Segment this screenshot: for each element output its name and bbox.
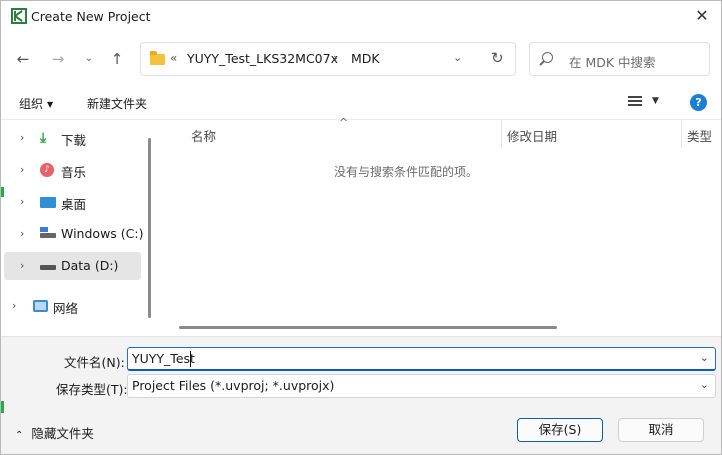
filename-label: 文件名(N):: [64, 355, 125, 370]
column-header-type[interactable]: 类型: [687, 126, 712, 145]
empty-message: 没有与搜索条件匹配的项。: [333, 165, 478, 179]
tree-item-network[interactable]: › 网络: [4, 292, 141, 320]
tree-item-label: 网络: [53, 301, 79, 316]
save-dialog-window: Create New Project ✕ ← → ⌄ ↑ « YUYY_Test…: [0, 0, 722, 455]
arrow-left-icon: ←: [16, 50, 30, 68]
organize-label: 组织: [19, 97, 44, 111]
recent-locations-button[interactable]: ⌄: [77, 49, 101, 69]
address-dropdown-icon[interactable]: ⌄: [453, 51, 462, 64]
new-folder-button[interactable]: 新建文件夹: [87, 95, 147, 112]
arrow-right-icon: →: [51, 50, 65, 68]
bottom-panel: 文件名(N): YUYY_Test ⌄ 保存类型(T): Project Fil…: [1, 336, 721, 454]
close-icon: ✕: [695, 6, 709, 25]
tree-item-label: Windows (C:): [61, 226, 144, 241]
forward-button[interactable]: →: [46, 49, 70, 69]
filetype-label: 保存类型(T):: [56, 382, 128, 397]
navigation-scrollbar[interactable]: [148, 138, 151, 318]
filetype-select[interactable]: Project Files (*.uvproj; *.uvprojx) ⌄: [127, 374, 716, 398]
column-divider[interactable]: [501, 120, 502, 148]
chevron-down-icon[interactable]: ⌄: [700, 378, 709, 391]
drive-icon: [40, 265, 56, 270]
background-edge: [1, 187, 4, 197]
chevron-right-icon[interactable]: ›: [20, 195, 24, 208]
up-button[interactable]: ↑: [105, 49, 129, 69]
navigation-toolbar: ← → ⌄ ↑ « YUYY_Test_LKS32MC07x › MDK ⌄ ↻…: [1, 32, 721, 84]
back-button[interactable]: ←: [11, 49, 35, 69]
chevron-down-icon[interactable]: ⌄: [700, 351, 709, 364]
text-caret: [190, 351, 191, 367]
address-bar[interactable]: « YUYY_Test_LKS32MC07x › MDK ⌄ ↻: [140, 42, 516, 76]
chevron-right-icon[interactable]: ›: [20, 163, 24, 176]
chevron-right-icon[interactable]: ›: [333, 51, 338, 65]
tree-item-desktop[interactable]: › 桌面: [4, 188, 141, 216]
download-icon: ⤓: [40, 130, 47, 146]
chevron-right-icon[interactable]: ›: [20, 131, 24, 144]
help-icon[interactable]: ?: [690, 94, 707, 111]
tree-item-music[interactable]: › ♪ 音乐: [4, 156, 141, 184]
desktop-icon: [40, 197, 56, 208]
tree-item-label: 音乐: [61, 165, 87, 180]
cancel-button[interactable]: 取消: [618, 418, 704, 442]
column-header-name[interactable]: 名称: [191, 126, 216, 145]
sort-ascending-icon: ^: [339, 116, 349, 129]
music-icon: ♪: [40, 163, 54, 177]
command-bar: 组织 ▼ 新建文件夹 ▼ ?: [1, 84, 721, 120]
navigation-pane: › ⤓ 下载 › ♪ 音乐 › 桌面 › Windows (C:) › Data…: [1, 120, 153, 336]
filetype-value: Project Files (*.uvproj; *.uvprojx): [132, 378, 335, 393]
refresh-icon[interactable]: ↻: [491, 49, 504, 67]
tree-item-label: 桌面: [61, 197, 87, 212]
view-dropdown-icon[interactable]: ▼: [652, 96, 659, 106]
filename-value: YUYY_Test: [132, 351, 195, 366]
background-edge: [1, 401, 4, 413]
hide-folders-label: 隐藏文件夹: [31, 426, 94, 441]
organize-menu[interactable]: 组织 ▼: [19, 95, 53, 112]
hide-folders-toggle[interactable]: ⌃ 隐藏文件夹: [15, 423, 94, 442]
chevron-up-icon: ⌃: [15, 430, 24, 441]
tree-item-downloads[interactable]: › ⤓ 下载: [4, 124, 141, 152]
network-icon: [33, 300, 48, 312]
breadcrumb-overflow[interactable]: «: [170, 51, 177, 65]
filename-input[interactable]: YUYY_Test ⌄: [127, 347, 716, 371]
search-box[interactable]: 在 MDK 中搜索: [529, 42, 710, 76]
caret-down-icon: ▼: [47, 100, 54, 109]
column-header-date[interactable]: 修改日期: [507, 126, 557, 145]
view-options-icon[interactable]: [628, 96, 642, 108]
file-list: ^ 名称 修改日期 类型 没有与搜索条件匹配的项。: [161, 116, 721, 336]
tree-item-label: 下载: [61, 133, 87, 148]
breadcrumb-project[interactable]: YUYY_Test_LKS32MC07x: [187, 51, 338, 66]
tree-item-data-d[interactable]: › Data (D:): [4, 252, 141, 280]
file-list-scrollbar[interactable]: [179, 326, 557, 329]
search-icon: [542, 52, 553, 63]
folder-icon: [150, 51, 165, 65]
window-title: Create New Project: [31, 9, 151, 24]
drive-icon: [40, 227, 56, 238]
close-button[interactable]: ✕: [687, 3, 717, 29]
breadcrumb-mdk[interactable]: MDK: [351, 51, 380, 66]
column-divider[interactable]: [681, 120, 682, 148]
chevron-right-icon[interactable]: ›: [20, 259, 24, 272]
tree-item-windows-c[interactable]: › Windows (C:): [4, 220, 144, 248]
title-bar: Create New Project ✕: [1, 1, 721, 32]
arrow-up-icon: ↑: [110, 50, 124, 68]
chevron-right-icon[interactable]: ›: [20, 227, 24, 240]
save-button[interactable]: 保存(S): [517, 418, 603, 442]
search-placeholder: 在 MDK 中搜索: [569, 55, 656, 70]
chevron-down-icon: ⌄: [84, 53, 94, 64]
keil-app-icon: [11, 8, 27, 24]
chevron-right-icon[interactable]: ›: [12, 299, 16, 312]
tree-item-label: Data (D:): [61, 258, 119, 273]
